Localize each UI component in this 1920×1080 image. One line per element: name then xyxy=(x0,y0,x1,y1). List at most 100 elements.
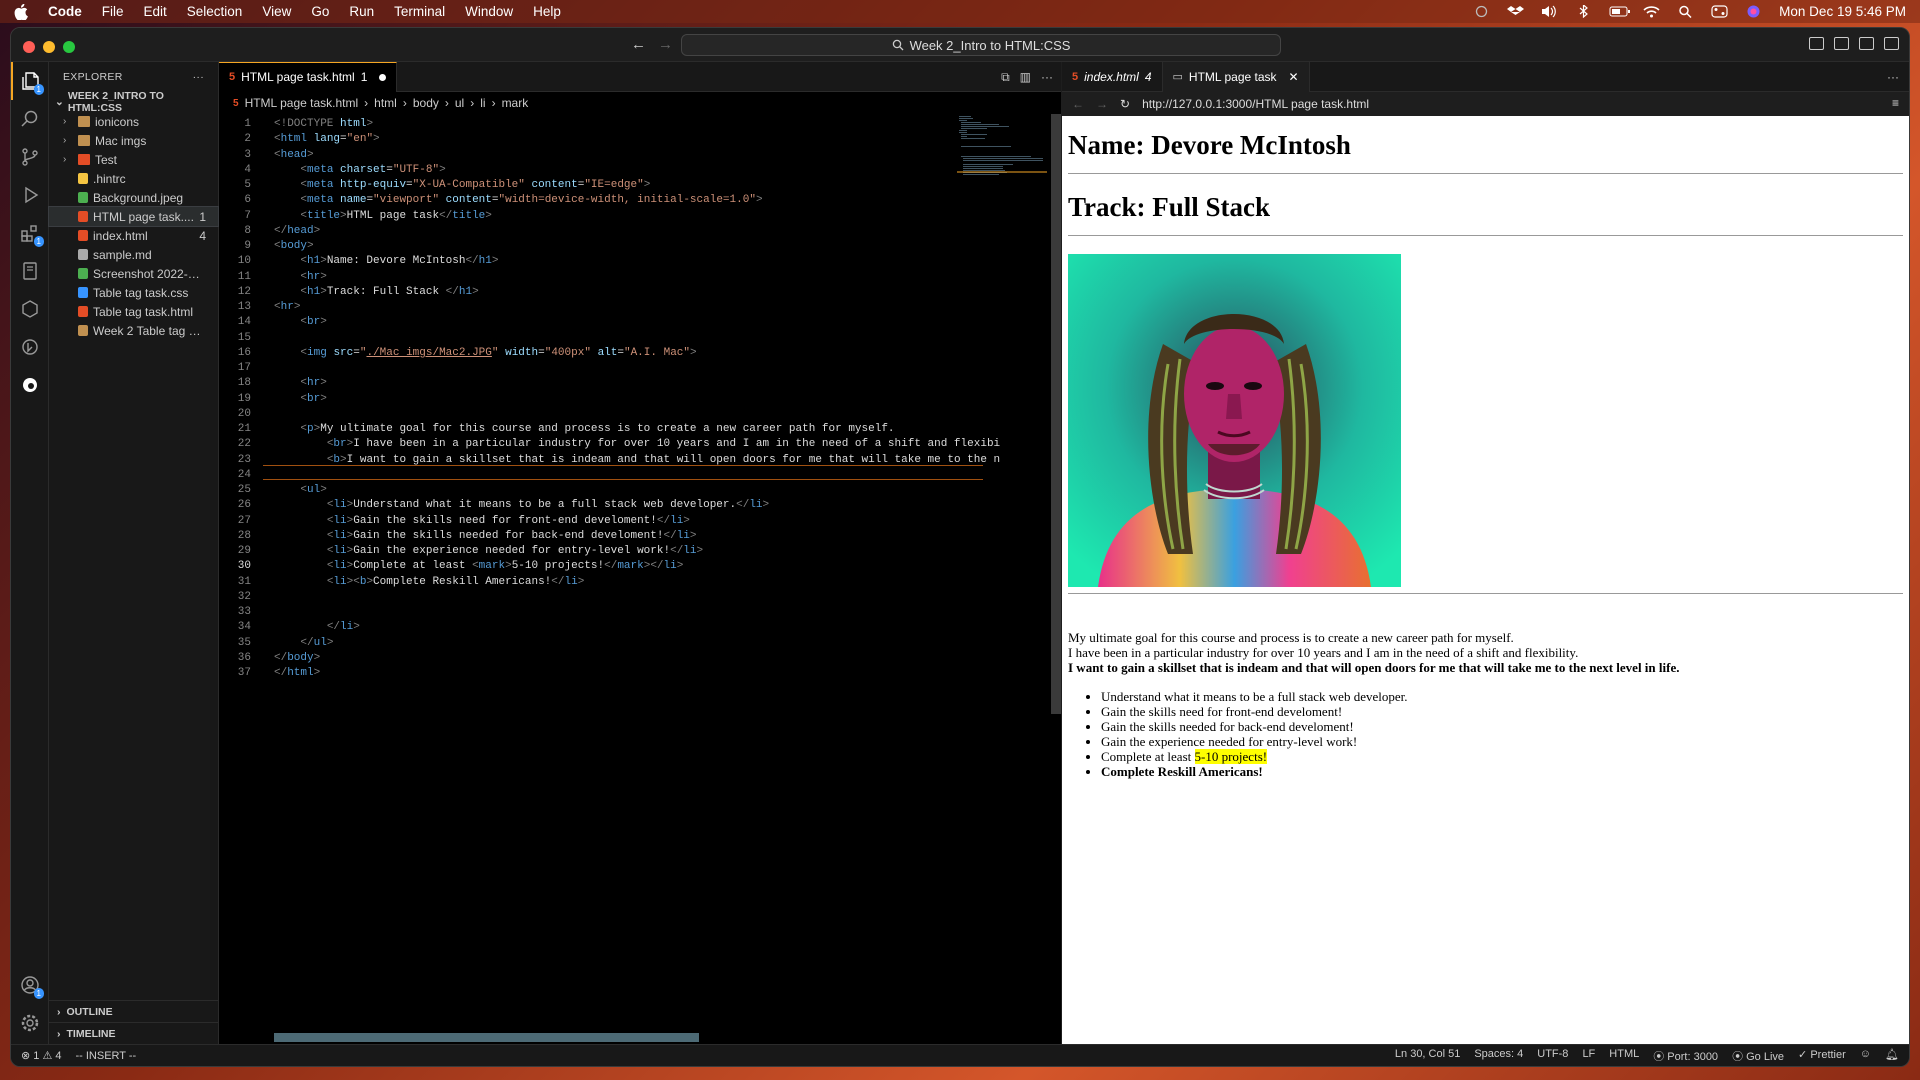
code-line[interactable]: </body> xyxy=(274,652,320,664)
code-line[interactable]: <head> xyxy=(274,149,314,161)
minimize-window-button[interactable] xyxy=(43,41,55,53)
forward-arrow-icon[interactable]: → xyxy=(658,36,673,53)
close-icon[interactable]: ✕ xyxy=(1289,70,1299,84)
code-line[interactable]: <li>Gain the skills need for front-end d… xyxy=(274,515,690,527)
go-live-button[interactable]: ⦿ Go Live xyxy=(1732,1048,1784,1064)
code-line[interactable]: <!DOCTYPE html> xyxy=(274,118,373,130)
code-line[interactable]: <li>Gain the experience needed for entry… xyxy=(274,545,703,557)
url-input[interactable]: http://127.0.0.1:3000/HTML page task.htm… xyxy=(1142,97,1369,111)
file-tree-item[interactable]: Background.jpeg xyxy=(49,188,218,207)
eol-status[interactable]: LF xyxy=(1582,1048,1595,1064)
file-tree-item[interactable]: sample.md xyxy=(49,245,218,264)
file-tree-item[interactable]: Table tag task.css xyxy=(49,283,218,302)
code-line[interactable]: <meta http-equiv="X-UA-Compatible" conte… xyxy=(274,179,650,191)
menu-app-name[interactable]: Code xyxy=(48,4,82,19)
code-line[interactable]: <li>Complete at least <mark>5-10 project… xyxy=(274,560,684,572)
code-line[interactable]: </head> xyxy=(274,225,320,237)
remote-explorer-icon[interactable] xyxy=(11,290,49,328)
tab-html-page-task[interactable]: 5 HTML page task.html 1 xyxy=(219,61,398,92)
close-window-button[interactable] xyxy=(23,41,35,53)
explorer-more-icon[interactable]: ··· xyxy=(193,71,204,83)
code-line[interactable]: <hr> xyxy=(274,301,300,313)
file-tree-item[interactable]: Table tag task.html xyxy=(49,302,218,321)
bluetooth-icon[interactable] xyxy=(1575,3,1592,19)
breadcrumb-body[interactable]: body xyxy=(413,96,439,110)
back-arrow-icon[interactable]: ← xyxy=(631,36,646,53)
code-line[interactable]: <hr> xyxy=(274,271,326,283)
tab-preview-html-page-task[interactable]: ▭ HTML page task ✕ xyxy=(1162,61,1310,92)
menu-edit[interactable]: Edit xyxy=(144,4,167,19)
focus-icon[interactable] xyxy=(1473,5,1490,18)
code-line[interactable]: <br>I have been in a particular industry… xyxy=(274,438,1000,450)
customize-layout-icon[interactable] xyxy=(1884,37,1899,50)
menu-terminal[interactable]: Terminal xyxy=(394,4,445,19)
code-line[interactable]: </li> xyxy=(274,621,360,633)
run-debug-icon[interactable] xyxy=(11,176,49,214)
live-server-port[interactable]: ⦿ Port: 3000 xyxy=(1653,1048,1718,1064)
code-line[interactable]: <meta charset="UTF-8"> xyxy=(274,164,445,176)
spotlight-search-icon[interactable] xyxy=(1677,5,1694,19)
file-tree-item[interactable]: › Mac imgs xyxy=(49,131,218,150)
toggle-panel-icon[interactable] xyxy=(1834,37,1849,50)
problems-status[interactable]: ⊗ 1 ⚠ 4 xyxy=(21,1049,61,1062)
reload-icon[interactable]: ↻ xyxy=(1120,97,1130,111)
hamburger-menu-icon[interactable]: ≡ xyxy=(1892,96,1899,110)
file-tree-item[interactable]: index.html 4 xyxy=(49,226,218,245)
open-preview-icon[interactable]: ⧉ xyxy=(1001,70,1010,85)
tab-index-html[interactable]: 5 index.html 4 xyxy=(1062,61,1163,92)
code-line[interactable]: <br> xyxy=(274,316,326,328)
code-line[interactable]: <li>Gain the skills needed for back-end … xyxy=(274,530,697,542)
breadcrumb-ul[interactable]: ul xyxy=(455,96,464,110)
menu-window[interactable]: Window xyxy=(465,4,513,19)
menu-file[interactable]: File xyxy=(102,4,124,19)
file-tree-item[interactable]: › Test xyxy=(49,150,218,169)
file-tree-item[interactable]: .hintrc xyxy=(49,169,218,188)
volume-icon[interactable] xyxy=(1541,5,1558,18)
wifi-icon[interactable] xyxy=(1643,5,1660,18)
prettier-status[interactable]: ✓ Prettier xyxy=(1798,1048,1846,1064)
menu-go[interactable]: Go xyxy=(311,4,329,19)
code-line[interactable]: <h1>Name: Devore McIntosh</h1> xyxy=(274,255,498,267)
dropbox-icon[interactable] xyxy=(1507,5,1525,18)
encoding-status[interactable]: UTF-8 xyxy=(1537,1048,1568,1064)
code-line[interactable]: <b>I want to gain a skillset that is ind… xyxy=(274,454,1000,466)
file-tree-item[interactable]: Screenshot 2022-12-... xyxy=(49,264,218,283)
code-line[interactable]: <meta name="viewport" content="width=dev… xyxy=(274,194,762,206)
code-line[interactable]: </ul> xyxy=(274,637,333,649)
more-actions-icon[interactable]: ··· xyxy=(1887,70,1899,84)
source-control-icon[interactable] xyxy=(11,138,49,176)
notifications-bell-icon[interactable]: 🔔︎ xyxy=(1885,1048,1899,1064)
notes-icon[interactable] xyxy=(11,252,49,290)
code-line[interactable]: <html lang="en"> xyxy=(274,133,380,145)
menu-run[interactable]: Run xyxy=(349,4,374,19)
settings-gear-icon[interactable] xyxy=(11,1004,49,1042)
siri-icon[interactable] xyxy=(1745,5,1762,18)
more-actions-icon[interactable]: ··· xyxy=(1041,70,1053,85)
breadcrumb-li[interactable]: li xyxy=(480,96,485,110)
menu-help[interactable]: Help xyxy=(533,4,561,19)
edge-devtools-icon[interactable] xyxy=(11,366,49,404)
file-tree-item[interactable]: Week 2 Table tag tas... xyxy=(49,321,218,340)
feedback-icon[interactable]: ☺ xyxy=(1860,1048,1871,1064)
command-center-search[interactable]: Week 2_Intro to HTML:CSS xyxy=(681,34,1281,56)
split-editor-icon[interactable]: ▥ xyxy=(1020,70,1031,85)
control-center-icon[interactable] xyxy=(1711,5,1728,18)
code-area[interactable]: 1 <!DOCTYPE html> 2 <html lang="en"> 3 <head>… xyxy=(219,114,1061,1044)
toggle-primary-sidebar-icon[interactable] xyxy=(1809,37,1824,50)
timeline-icon[interactable] xyxy=(11,328,49,366)
minimap[interactable] xyxy=(957,114,1047,194)
indentation-status[interactable]: Spaces: 4 xyxy=(1474,1048,1523,1064)
menu-selection[interactable]: Selection xyxy=(187,4,243,19)
breadcrumb-file[interactable]: HTML page task.html xyxy=(245,96,359,110)
language-mode[interactable]: HTML xyxy=(1609,1048,1639,1064)
toggle-secondary-sidebar-icon[interactable] xyxy=(1859,37,1874,50)
accounts-icon[interactable]: 1 xyxy=(11,966,49,1004)
workspace-folder[interactable]: ⌄ WEEK 2_INTRO TO HTML:CSS xyxy=(49,90,218,114)
menubar-datetime[interactable]: Mon Dec 19 5:46 PM xyxy=(1779,4,1906,19)
code-line[interactable]: <br> xyxy=(274,393,326,405)
code-line[interactable]: <li><b>Complete Reskill Americans!</li> xyxy=(274,576,584,588)
file-tree-item[interactable]: › ionicons xyxy=(49,112,218,131)
unsaved-dot-icon[interactable] xyxy=(379,73,387,81)
breadcrumb-mark[interactable]: mark xyxy=(502,96,529,110)
outline-section[interactable]: › OUTLINE xyxy=(49,1000,218,1022)
